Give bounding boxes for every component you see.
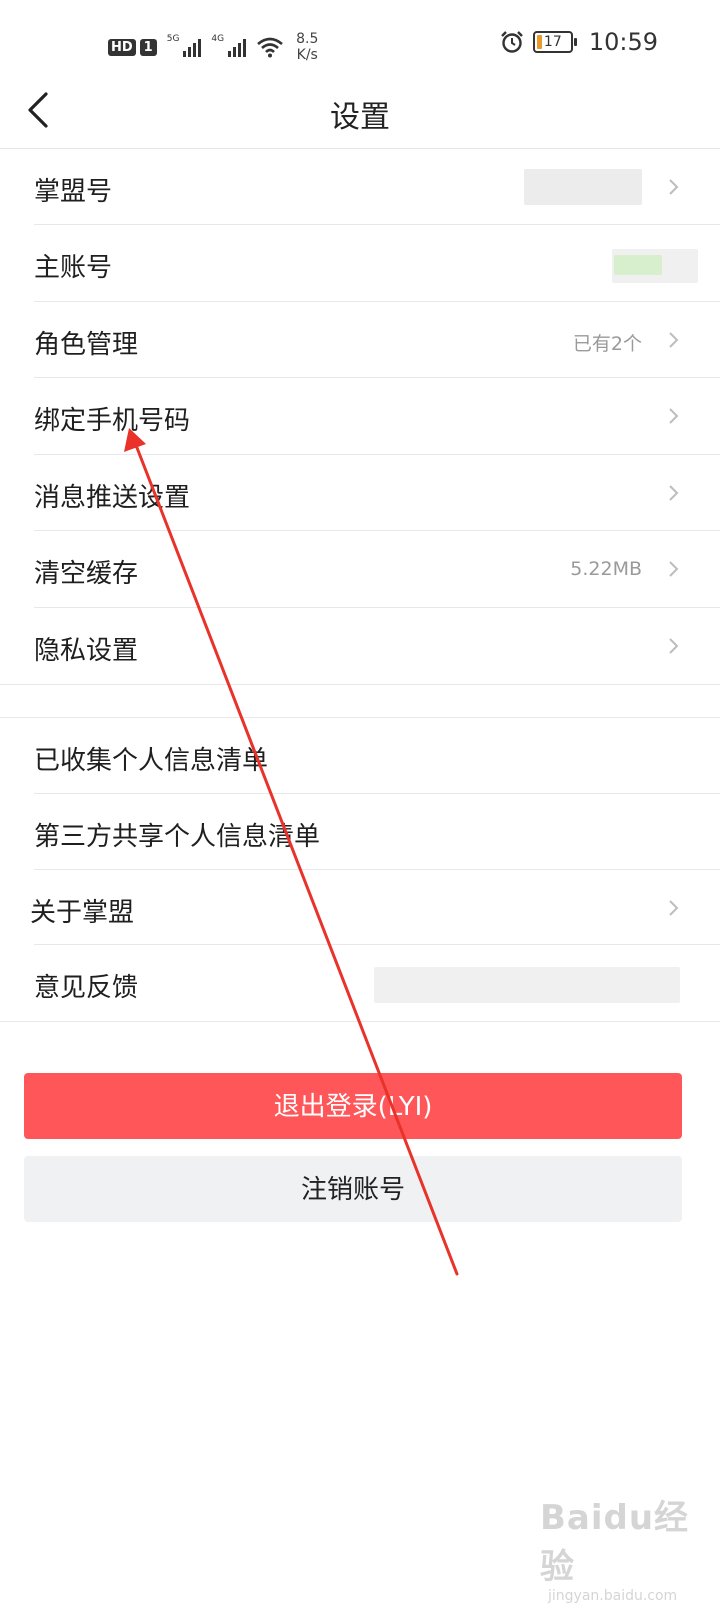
redacted-value xyxy=(614,255,662,275)
status-bar-right: 17 10:59 xyxy=(499,28,658,56)
settings-item-third-party-info-list[interactable]: 第三方共享个人信息清单 xyxy=(0,794,720,870)
chevron-right-icon xyxy=(669,900,679,916)
settings-item-label: 角色管理 xyxy=(34,330,139,360)
battery-level: 17 xyxy=(543,34,562,50)
settings-item-about[interactable]: 关于掌盟 xyxy=(0,870,720,945)
settings-item-clear-cache[interactable]: 清空缓存 5.22MB xyxy=(0,531,720,608)
settings-item-main-account[interactable]: 主账号 xyxy=(0,225,720,302)
chevron-right-icon xyxy=(669,332,679,348)
speed-value: 8.5 xyxy=(296,31,319,47)
settings-item-label: 第三方共享个人信息清单 xyxy=(34,822,321,852)
redacted-value xyxy=(524,169,642,205)
chevron-right-icon xyxy=(669,485,679,501)
settings-item-feedback[interactable]: 意见反馈 xyxy=(0,945,720,1021)
settings-item-label: 清空缓存 xyxy=(34,559,139,589)
chevron-right-icon xyxy=(669,638,679,654)
settings-item-privacy[interactable]: 隐私设置 xyxy=(0,608,720,684)
chevron-right-icon xyxy=(669,408,679,424)
network-speed: 8.5 K/s xyxy=(296,31,318,63)
settings-item-label: 隐私设置 xyxy=(34,636,139,666)
settings-item-label: 关于掌盟 xyxy=(30,898,135,928)
hd-badge: HD xyxy=(108,38,136,56)
logout-button[interactable]: 退出登录(LYI) xyxy=(24,1073,682,1139)
settings-item-label: 绑定手机号码 xyxy=(34,406,191,436)
settings-item-bind-phone[interactable]: 绑定手机号码 xyxy=(0,378,720,455)
redacted-value xyxy=(374,967,680,1003)
speed-unit: K/s xyxy=(296,47,318,63)
watermark-url: jingyan.baidu.com xyxy=(548,1588,678,1604)
nav-header: 设置 xyxy=(0,74,720,149)
page-title: 设置 xyxy=(330,100,390,135)
settings-item-collected-info-list[interactable]: 已收集个人信息清单 xyxy=(0,718,720,794)
settings-item-account-id[interactable]: 掌盟号 xyxy=(0,149,720,225)
battery-icon: 17 xyxy=(532,31,577,53)
status-bar-left: HD 1 5G 4G 8.5 K/s xyxy=(108,30,318,64)
role-count: 已有2个 xyxy=(572,333,642,355)
watermark-logo: Baidu经验 xyxy=(540,1498,690,1587)
settings-item-role-management[interactable]: 角色管理 已有2个 xyxy=(0,302,720,378)
chevron-right-icon xyxy=(669,561,679,577)
network-5g-label: 5G xyxy=(166,34,180,44)
section-divider xyxy=(0,1021,720,1022)
alarm-icon xyxy=(500,31,523,53)
signal-icon xyxy=(228,37,247,57)
settings-item-label: 意见反馈 xyxy=(34,973,139,1003)
logout-button-label: 退出登录(LYI) xyxy=(273,1092,433,1122)
battery-fill xyxy=(536,35,542,49)
clock: 10:59 xyxy=(588,28,658,56)
settings-item-push-settings[interactable]: 消息推送设置 xyxy=(0,455,720,531)
wifi-icon xyxy=(257,37,283,58)
settings-item-label: 掌盟号 xyxy=(34,177,113,207)
settings-item-label: 主账号 xyxy=(34,253,113,283)
sim-badge: 1 xyxy=(139,38,157,56)
signal-icon xyxy=(183,37,202,57)
cancel-account-button-label: 注销账号 xyxy=(300,1175,405,1205)
watermark: Baidu经验 jingyan.baidu.com xyxy=(540,1490,720,1604)
cache-size: 5.22MB xyxy=(570,558,642,580)
cancel-account-button[interactable]: 注销账号 xyxy=(24,1156,682,1222)
section-divider xyxy=(0,684,720,685)
chevron-right-icon xyxy=(669,179,679,195)
settings-item-label: 已收集个人信息清单 xyxy=(34,746,269,776)
settings-item-label: 消息推送设置 xyxy=(34,483,191,513)
network-4g-label: 4G xyxy=(211,34,225,44)
